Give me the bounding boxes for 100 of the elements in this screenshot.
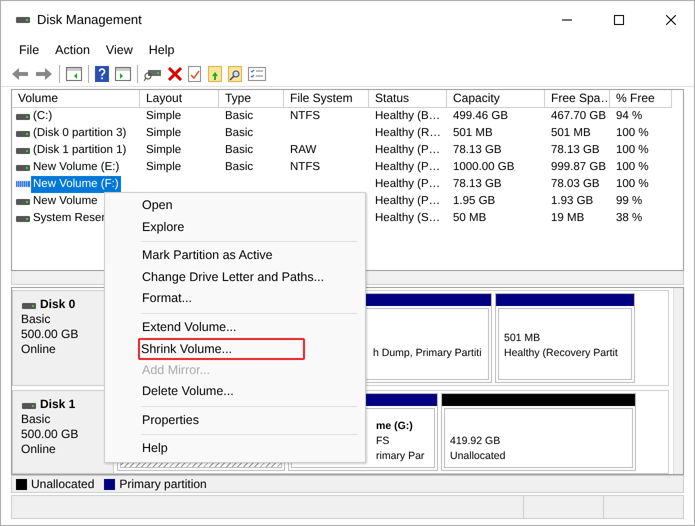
legend-label: Primary partition bbox=[119, 476, 207, 493]
disk-name: Disk 1 bbox=[40, 397, 76, 412]
table-cell: NTFS bbox=[290, 110, 320, 122]
menu-item[interactable]: Delete Volume... bbox=[106, 381, 364, 402]
menu-item[interactable]: Help bbox=[106, 438, 364, 460]
maximize-icon bbox=[614, 15, 624, 25]
table-cell: Healthy (P… bbox=[375, 195, 440, 207]
table-cell: 50 MB bbox=[453, 212, 486, 224]
table-cell: Healthy (S… bbox=[375, 212, 440, 224]
partition-text: Unallocated bbox=[450, 449, 506, 464]
drive-label[interactable]: (Disk 0 partition 3) bbox=[31, 125, 128, 142]
scrollbar[interactable] bbox=[673, 288, 683, 474]
partition-text: 501 MB bbox=[504, 331, 542, 346]
drive-label[interactable]: System Reser bbox=[31, 210, 108, 227]
column-header[interactable]: Type bbox=[219, 90, 284, 108]
action-pane-icon[interactable] bbox=[115, 66, 131, 80]
menu-item[interactable]: Format... bbox=[106, 288, 364, 310]
partition-text: Healthy (Recovery Partit bbox=[504, 346, 619, 362]
table-cell: Simple bbox=[146, 127, 182, 139]
partition-text: 419.92 GB bbox=[450, 434, 502, 449]
menu-item[interactable]: File bbox=[11, 40, 48, 60]
table-cell: 19 MB bbox=[551, 212, 584, 224]
check-page-icon[interactable] bbox=[188, 66, 202, 82]
menu-item[interactable]: Extend Volume... bbox=[106, 316, 364, 338]
table-cell: 100 % bbox=[616, 144, 649, 156]
table-cell: 501 MB bbox=[453, 127, 493, 139]
table-cell: Healthy (P… bbox=[375, 161, 440, 173]
drive-label[interactable]: New Volume bbox=[31, 193, 100, 210]
disk-status: Online bbox=[21, 342, 57, 357]
table-cell: Basic bbox=[225, 144, 254, 156]
table-cell: RAW bbox=[290, 144, 316, 156]
menu-item[interactable]: Open bbox=[106, 195, 364, 216]
partition-text: me (G:) bbox=[376, 419, 414, 434]
drive-label[interactable]: (C:) bbox=[31, 108, 54, 125]
column-header[interactable]: Layout bbox=[140, 90, 219, 108]
table-cell: 999.87 GB bbox=[551, 161, 606, 173]
folder-search-icon[interactable] bbox=[228, 66, 242, 82]
menu-item[interactable]: Shrink Volume... bbox=[138, 338, 305, 360]
table-cell: 38 % bbox=[616, 212, 642, 224]
drive-label[interactable]: New Volume (E:) bbox=[31, 159, 122, 176]
disk-size: 500.00 GB bbox=[21, 327, 80, 342]
table-cell: Healthy (R… bbox=[375, 127, 441, 139]
close-icon bbox=[666, 15, 676, 25]
table-cell: 78.13 GB bbox=[551, 144, 600, 156]
menu-item[interactable]: Mark Partition as Active bbox=[106, 245, 364, 266]
column-header[interactable]: Volume bbox=[12, 90, 140, 108]
table-cell: Healthy (B… bbox=[375, 110, 440, 122]
partition-text: h Dump, Primary Partiti bbox=[373, 346, 483, 362]
table-cell: Basic bbox=[225, 161, 254, 173]
table-cell: 499.46 GB bbox=[453, 110, 508, 122]
column-header[interactable]: Capacity bbox=[447, 90, 545, 108]
partition-text: rimary Par bbox=[376, 449, 426, 464]
menu-item[interactable]: Help bbox=[140, 40, 182, 60]
console-tree-icon[interactable] bbox=[66, 66, 82, 80]
partition-text: FS bbox=[376, 434, 390, 449]
menu-item[interactable]: Action bbox=[47, 40, 98, 60]
disk-type: Basic bbox=[21, 412, 52, 428]
menu-item[interactable]: Change Drive Letter and Paths... bbox=[106, 266, 364, 288]
table-cell: 100 % bbox=[616, 178, 649, 190]
menu-item[interactable]: View bbox=[98, 40, 141, 60]
column-header[interactable]: File System bbox=[284, 90, 369, 108]
help-icon[interactable] bbox=[95, 66, 109, 82]
checklist-icon[interactable] bbox=[248, 66, 266, 80]
menu-item[interactable]: Explore bbox=[106, 216, 364, 238]
partition-block[interactable]: 419.92 GB Unallocated bbox=[441, 393, 636, 471]
column-header[interactable]: Status bbox=[369, 90, 447, 108]
table-cell: Simple bbox=[146, 110, 182, 122]
table-cell: Simple bbox=[146, 161, 182, 173]
table-cell: 100 % bbox=[616, 161, 649, 173]
disk-type: Basic bbox=[21, 312, 52, 327]
folder-up-icon[interactable] bbox=[208, 66, 222, 82]
back-arrow-icon[interactable] bbox=[11, 66, 29, 80]
column-header[interactable]: Free Spa… bbox=[545, 90, 610, 108]
table-cell: NTFS bbox=[290, 161, 320, 173]
delete-icon[interactable] bbox=[168, 66, 182, 80]
table-cell: 99 % bbox=[616, 195, 642, 207]
menu-item: Add Mirror... bbox=[141, 362, 212, 378]
column-header[interactable]: % Free bbox=[610, 90, 672, 108]
table-cell: 467.70 GB bbox=[551, 110, 606, 122]
drive-label[interactable]: (Disk 1 partition 1) bbox=[31, 142, 128, 159]
table-cell: Basic bbox=[225, 127, 254, 139]
table-cell: Simple bbox=[146, 144, 182, 156]
disk-status: Online bbox=[21, 442, 57, 458]
table-cell: 501 MB bbox=[551, 127, 591, 139]
legend-label: Unallocated bbox=[31, 476, 94, 493]
table-cell: 1.95 GB bbox=[453, 195, 496, 207]
table-cell: Healthy (P… bbox=[375, 144, 440, 156]
disk-name: Disk 0 bbox=[40, 297, 76, 312]
drive-label[interactable]: New Volume (F:) bbox=[31, 176, 121, 193]
table-cell: 78.03 GB bbox=[551, 178, 600, 190]
table-cell: 94 % bbox=[616, 110, 642, 122]
table-cell: 78.13 GB bbox=[453, 144, 502, 156]
menu-item[interactable]: Properties bbox=[106, 410, 364, 431]
table-cell: Healthy (P… bbox=[375, 178, 440, 190]
partition-block[interactable]: 501 MB Healthy (Recovery Partit bbox=[495, 293, 635, 384]
table-cell: 100 % bbox=[616, 127, 649, 139]
forward-arrow-icon[interactable] bbox=[35, 66, 53, 80]
disk-size: 500.00 GB bbox=[21, 427, 80, 442]
table-cell: 78.13 GB bbox=[453, 178, 502, 190]
table-cell: 1.93 GB bbox=[551, 195, 594, 207]
